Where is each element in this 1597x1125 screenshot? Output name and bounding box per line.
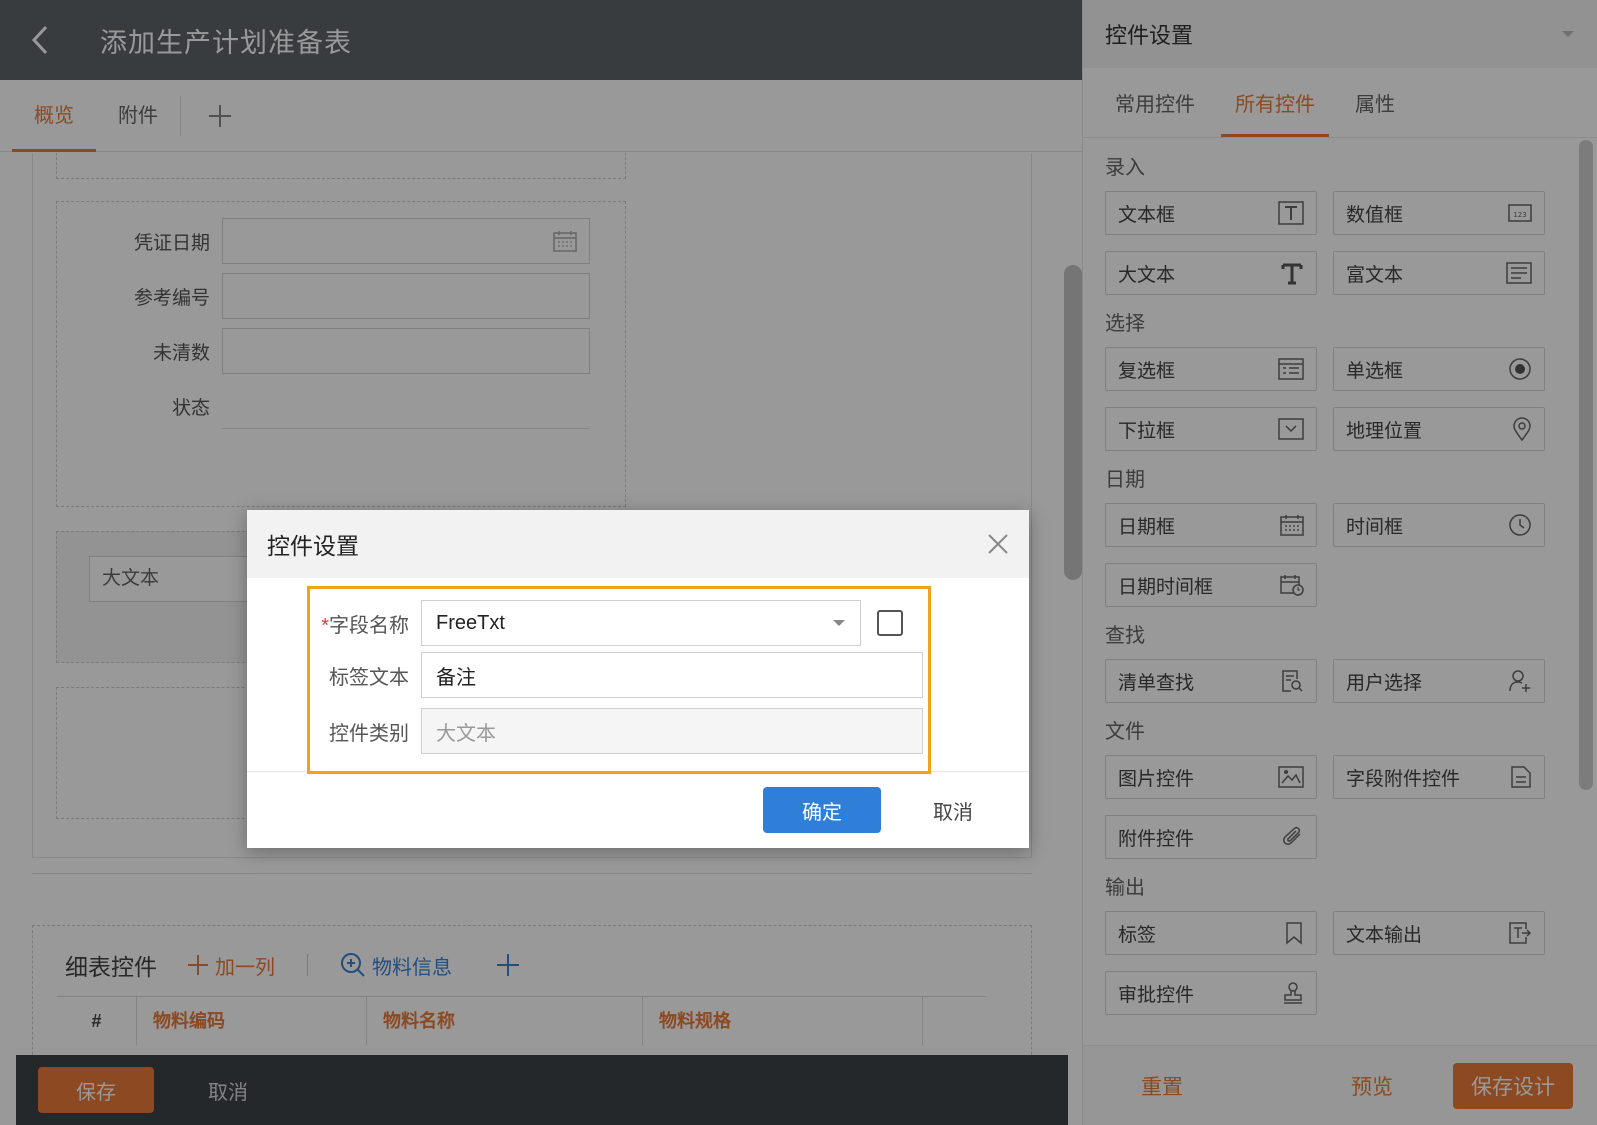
close-icon — [988, 534, 1008, 554]
cancel-button[interactable]: 取消 — [933, 796, 973, 825]
confirm-button[interactable]: 确定 — [763, 787, 881, 833]
label-text-row: 标签文本 备注 — [247, 652, 923, 698]
dialog-footer: 确定 取消 — [247, 772, 1029, 848]
field-name-label-text: 字段名称 — [329, 614, 409, 637]
field-name-row: *字段名称 FreeTxt — [247, 600, 903, 646]
field-name-label: *字段名称 — [247, 609, 421, 638]
close-button[interactable] — [987, 533, 1009, 555]
dialog-title: 控件设置 — [267, 533, 359, 559]
field-name-value: FreeTxt — [436, 611, 505, 634]
control-type-input: 大文本 — [421, 708, 923, 754]
required-mark: * — [321, 614, 329, 637]
control-settings-dialog: 控件设置 *字段名称 FreeTxt 标签文本 备注 控件类别 大文本 确定 取… — [247, 510, 1029, 848]
control-type-row: 控件类别 大文本 — [247, 708, 923, 754]
label-text-input[interactable]: 备注 — [421, 652, 923, 698]
control-type-label: 控件类别 — [329, 722, 409, 745]
caret-down-icon — [833, 620, 845, 626]
label-text-label: 标签文本 — [329, 666, 409, 689]
dialog-header: 控件设置 — [247, 510, 1029, 578]
field-name-select[interactable]: FreeTxt — [421, 600, 861, 646]
dialog-body: *字段名称 FreeTxt 标签文本 备注 控件类别 大文本 — [247, 578, 1029, 774]
field-name-checkbox[interactable] — [877, 610, 903, 636]
